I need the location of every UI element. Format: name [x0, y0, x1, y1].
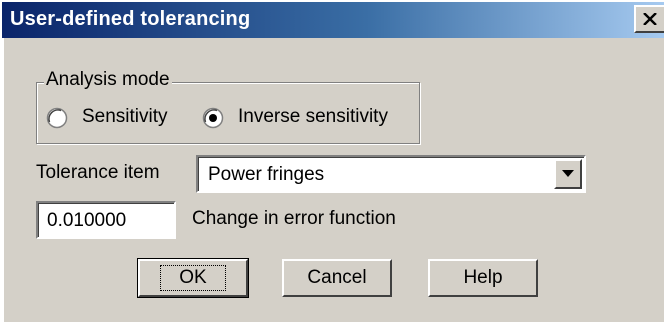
- radio-sensitivity[interactable]: [46, 107, 68, 129]
- analysis-mode-label: Analysis mode: [44, 68, 172, 92]
- radio-unchecked-icon: [46, 107, 68, 129]
- tolerance-item-label: Tolerance item: [36, 162, 160, 183]
- window-title: User-defined tolerancing: [10, 8, 251, 30]
- ok-button[interactable]: OK: [137, 258, 249, 298]
- dropdown-button[interactable]: [554, 159, 582, 189]
- cancel-button-label: Cancel: [307, 267, 367, 288]
- close-icon: [643, 13, 657, 25]
- cancel-button[interactable]: Cancel: [282, 259, 392, 297]
- radio-inverse-sensitivity-label[interactable]: Inverse sensitivity: [238, 105, 388, 129]
- tolerance-item-select[interactable]: Power fringes: [196, 155, 586, 193]
- error-function-input[interactable]: 0.010000: [36, 201, 176, 239]
- tolerance-item-value: Power fringes: [208, 164, 325, 185]
- radio-sensitivity-label[interactable]: Sensitivity: [82, 105, 168, 129]
- help-button[interactable]: Help: [428, 259, 538, 297]
- error-function-label: Change in error function: [192, 208, 396, 229]
- close-button[interactable]: [634, 5, 664, 33]
- error-function-value: 0.010000: [47, 210, 127, 231]
- ok-button-label: OK: [160, 265, 226, 291]
- chevron-down-icon: [562, 170, 574, 177]
- help-button-label: Help: [463, 267, 503, 288]
- radio-checked-icon: [202, 107, 224, 129]
- radio-inverse-sensitivity[interactable]: [202, 107, 224, 129]
- title-bar: User-defined tolerancing: [2, 2, 664, 38]
